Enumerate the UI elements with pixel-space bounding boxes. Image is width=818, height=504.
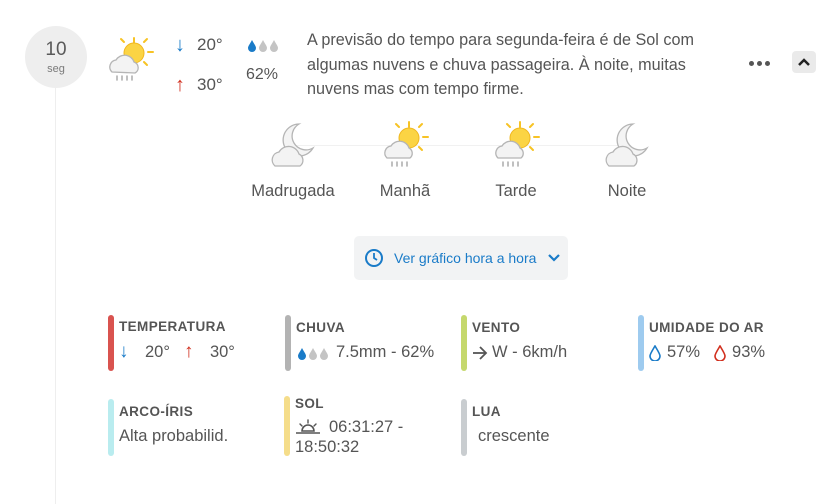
stat-color-bar: [284, 396, 290, 456]
stat-moon-value: crescente: [478, 427, 550, 445]
rain-probability: 62%: [246, 66, 279, 83]
water-drop-icon: [714, 344, 726, 361]
stat-color-bar: [108, 315, 114, 371]
hourly-chart-button[interactable]: Ver gráfico hora a hora: [354, 236, 568, 280]
stat-sunset: 18:50:32: [295, 438, 360, 456]
water-drop-icon: [649, 344, 661, 361]
arrow-down-icon: ↓: [119, 341, 129, 362]
stat-temperature-min: 20°: [145, 342, 170, 361]
stat-wind: VENTO W - 6km/h: [461, 315, 621, 371]
max-temperature: 30°: [197, 75, 223, 94]
forecast-description: A previsão do tempo para segunda-feira é…: [307, 31, 694, 98]
moon-cloud-icon: [271, 123, 315, 167]
stat-rain-value: 7.5mm - 62%: [336, 343, 435, 361]
dot-icon: [756, 60, 762, 66]
sun-cloud-rain-icon: [495, 121, 540, 167]
stat-sunrise: 06:31:27 -: [329, 418, 404, 436]
stat-color-bar: [108, 399, 114, 456]
stat-wind-value: W - 6km/h: [492, 343, 568, 361]
timeline-line: [55, 88, 56, 504]
stat-humidity-min: 57%: [667, 343, 701, 361]
collapse-button[interactable]: [792, 51, 816, 73]
day-number: 10: [45, 38, 67, 60]
more-options-button[interactable]: [744, 53, 774, 73]
period-manha: Manhã: [350, 120, 460, 201]
stat-title: CHUVA: [296, 320, 345, 335]
stat-color-bar: [461, 315, 467, 371]
stat-temperature-max: 30°: [209, 342, 235, 361]
chevron-up-icon: [798, 58, 810, 66]
stat-rain: CHUVA 7.5mm - 62%: [285, 315, 455, 371]
arrow-right-icon: [473, 345, 488, 360]
arrow-up-icon: ↑: [175, 74, 185, 96]
hourly-chart-label: Ver gráfico hora a hora: [394, 250, 537, 266]
stat-rainbow-value: Alta probabilid.: [119, 427, 229, 445]
stat-humidity: UMIDADE DO AR 57% 93%: [638, 315, 813, 371]
sun-cloud-rain-icon: [384, 121, 429, 167]
period-tarde: Tarde: [461, 120, 571, 201]
stat-title: SOL: [295, 396, 324, 411]
dot-icon: [748, 60, 754, 66]
temperature-summary: ↓ 20° ↑ 30°: [175, 34, 223, 96]
moon-cloud-icon: [605, 123, 649, 167]
period-madrugada: Madrugada: [238, 120, 348, 201]
period-label: Noite: [607, 182, 647, 200]
day-badge: 10 seg: [25, 26, 87, 88]
stat-color-bar: [461, 399, 467, 456]
period-label: Manhã: [379, 182, 431, 200]
stat-rainbow: ARCO-ÍRIS Alta probabilid.: [108, 399, 268, 456]
dot-icon: [764, 60, 770, 66]
period-label: Madrugada: [251, 182, 335, 200]
stat-color-bar: [638, 315, 644, 371]
day-name: seg: [47, 62, 65, 75]
stat-title: VENTO: [472, 320, 521, 335]
stat-moon: LUA crescente: [461, 399, 621, 456]
sunrise-icon: [296, 419, 320, 434]
stat-title: LUA: [472, 404, 501, 419]
stat-humidity-max: 93%: [732, 343, 766, 361]
raindrops-icon: [248, 40, 278, 52]
sun-cloud-rain-icon: [109, 37, 154, 81]
arrow-down-icon: ↓: [175, 34, 185, 56]
stat-title: TEMPERATURA: [119, 319, 226, 334]
stat-sun: SOL 06:31:27 - 18:50:32: [284, 396, 449, 456]
clock-icon: [365, 249, 383, 267]
stat-color-bar: [285, 315, 291, 371]
stat-temperature: TEMPERATURA ↓ 20° ↑ 30°: [108, 315, 268, 371]
stat-title: ARCO-ÍRIS: [119, 404, 194, 419]
arrow-up-icon: ↑: [183, 341, 194, 362]
period-label: Tarde: [495, 182, 537, 200]
period-noite: Noite: [572, 120, 682, 201]
min-temperature: 20°: [197, 35, 223, 54]
raindrops-icon: [298, 347, 328, 360]
stat-title: UMIDADE DO AR: [649, 320, 764, 335]
chevron-down-icon: [548, 254, 561, 262]
